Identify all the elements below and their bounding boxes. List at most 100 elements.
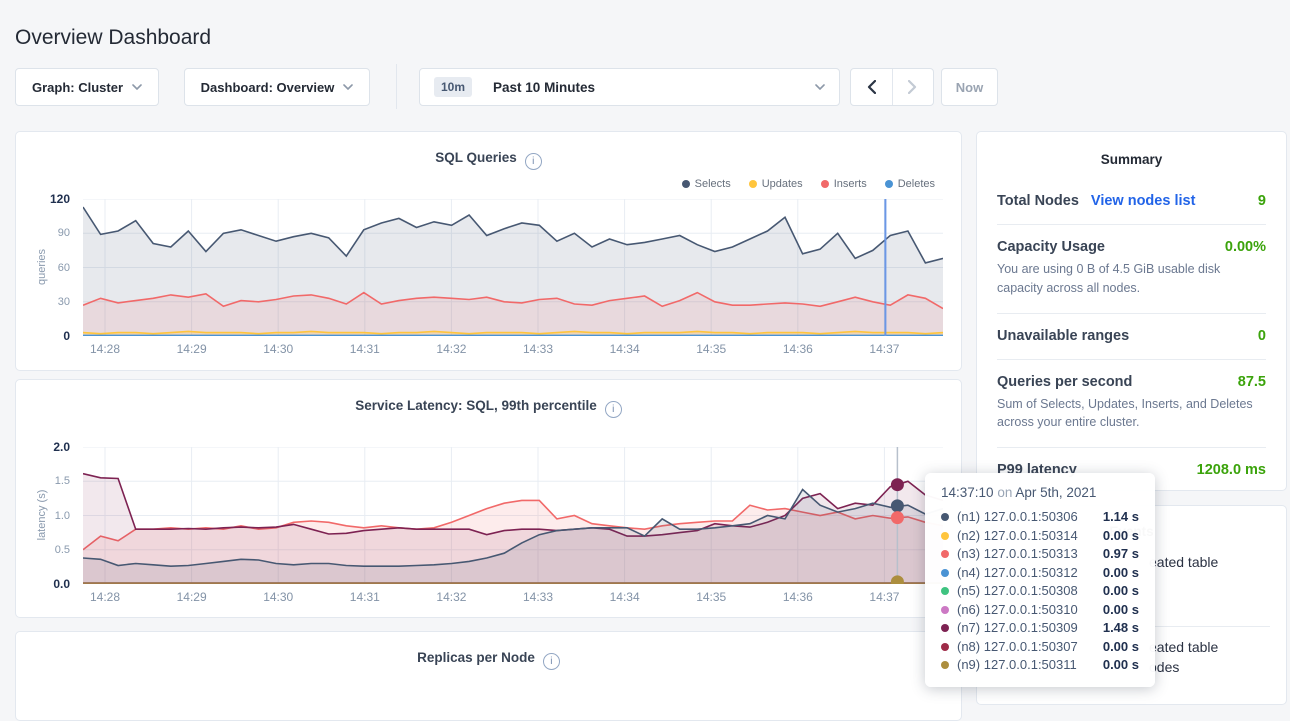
y-tick: 1.0 <box>20 510 70 522</box>
x-tick: 14:32 <box>436 590 466 604</box>
chart-legend: Selects Updates Inserts Deletes <box>682 178 935 190</box>
y-tick: 0 <box>20 329 70 343</box>
y-tick: 0.0 <box>20 577 70 591</box>
next-range-button[interactable] <box>893 69 934 105</box>
tooltip-rows: (n1) 127.0.0.1:503061.14 s(n2) 127.0.0.1… <box>941 508 1139 675</box>
series-dot-icon <box>941 661 949 669</box>
stat-value: 1208.0 ms <box>1197 462 1266 478</box>
tooltip-row: (n1) 127.0.0.1:503061.14 s <box>941 508 1139 527</box>
now-button[interactable]: Now <box>941 68 998 106</box>
y-tick: 60 <box>20 262 70 274</box>
x-tick: 14:30 <box>263 342 293 356</box>
stat-label: Capacity Usage <box>997 239 1105 255</box>
node-latency-value: 0.00 s <box>1103 582 1139 601</box>
time-range-nav <box>850 68 934 106</box>
x-tick: 14:28 <box>90 590 120 604</box>
x-tick: 14:34 <box>610 342 640 356</box>
y-tick: 30 <box>20 296 70 308</box>
time-range-dropdown[interactable]: 10m Past 10 Minutes <box>419 68 840 106</box>
tooltip-row: (n5) 127.0.0.1:503080.00 s <box>941 582 1139 601</box>
chevron-down-icon <box>343 84 353 90</box>
x-tick: 14:37 <box>869 342 899 356</box>
dashboard-selector-label: Dashboard: Overview <box>201 80 335 95</box>
node-latency-value: 0.00 s <box>1103 527 1139 546</box>
legend-item-updates[interactable]: Updates <box>749 178 803 190</box>
event-text-fragment: eated table <box>1149 639 1218 655</box>
node-address: (n2) 127.0.0.1:50314 <box>957 527 1078 546</box>
series-dot-icon <box>941 606 949 614</box>
legend-dot-icon <box>885 180 893 188</box>
chart-title: Service Latency: SQL, 99th percentile <box>355 398 597 413</box>
x-tick: 14:33 <box>523 590 553 604</box>
stat-label: Queries per second <box>997 374 1132 390</box>
x-tick: 14:31 <box>350 590 380 604</box>
replicas-per-node-panel: Replicas per Node i <box>15 631 962 721</box>
x-tick: 14:30 <box>263 590 293 604</box>
node-latency-value: 0.00 s <box>1103 564 1139 583</box>
legend-item-deletes[interactable]: Deletes <box>885 178 935 190</box>
node-latency-value: 0.97 s <box>1103 545 1139 564</box>
view-nodes-list-link[interactable]: View nodes list <box>1091 193 1196 209</box>
stat-value: 0 <box>1258 328 1266 344</box>
summary-row: Total NodesView nodes list9 <box>997 179 1266 224</box>
tooltip-row: (n3) 127.0.0.1:50313 0.97 s <box>941 545 1139 564</box>
series-dot-icon <box>941 643 949 651</box>
legend-item-selects[interactable]: Selects <box>682 178 731 190</box>
series-dot-icon <box>941 532 949 540</box>
service-latency-chart[interactable] <box>83 447 943 584</box>
node-address: (n9) 127.0.0.1:50311 <box>957 656 1077 675</box>
series-dot-icon <box>941 624 949 632</box>
info-icon[interactable]: i <box>525 153 542 170</box>
node-latency-value: 0.00 s <box>1103 656 1139 675</box>
y-axis-ticks: 1209060300 <box>26 199 76 336</box>
dashboard-selector-dropdown[interactable]: Dashboard: Overview <box>184 68 370 106</box>
sql-queries-panel: SQL Queriesi SelectsUpdatesInsertsDelete… <box>15 131 962 371</box>
chart-title: Replicas per Node <box>417 650 535 665</box>
y-tick: 90 <box>20 227 70 239</box>
y-tick: 0.5 <box>20 544 70 556</box>
x-tick: 14:36 <box>783 342 813 356</box>
sql-queries-chart[interactable] <box>83 199 943 336</box>
y-axis-ticks: 2.01.51.00.50.0 <box>26 447 76 584</box>
legend-item-inserts[interactable]: Inserts <box>821 178 867 190</box>
node-address: (n8) 127.0.0.1:50307 <box>957 638 1078 657</box>
summary-title: Summary <box>977 132 1286 167</box>
chart-tooltip: 14:37:10 on Apr 5th, 2021 (n1) 127.0.0.1… <box>925 473 1155 687</box>
x-tick: 14:35 <box>696 342 726 356</box>
info-icon[interactable]: i <box>605 401 622 418</box>
graph-selector-dropdown[interactable]: Graph: Cluster <box>15 68 159 106</box>
legend-dot-icon <box>821 180 829 188</box>
node-address: (n7) 127.0.0.1:50309 <box>957 619 1078 638</box>
summary-rows: Total NodesView nodes list9 Capacity Usag… <box>977 179 1286 493</box>
chevron-down-icon <box>132 84 142 90</box>
y-tick: 120 <box>20 192 70 206</box>
node-address: (n1) 127.0.0.1:50306 <box>957 508 1078 527</box>
x-tick: 14:35 <box>696 590 726 604</box>
x-tick: 14:28 <box>90 342 120 356</box>
legend-dot-icon <box>682 180 690 188</box>
node-latency-value: 0.00 s <box>1103 638 1139 657</box>
x-tick: 14:36 <box>783 590 813 604</box>
y-tick: 1.5 <box>20 475 70 487</box>
time-window-badge: 10m <box>434 77 472 97</box>
series-dot-icon <box>941 550 949 558</box>
tooltip-row: (n8) 127.0.0.1:50307 0.00 s <box>941 638 1139 657</box>
node-address: (n6) 127.0.0.1:50310 <box>957 601 1078 620</box>
x-tick: 14:32 <box>436 342 466 356</box>
prev-range-button[interactable] <box>851 69 893 105</box>
toolbar-divider <box>396 64 397 109</box>
summary-row: Queries per second87.5Sum of Selects, Up… <box>997 359 1266 448</box>
series-dot-icon <box>941 569 949 577</box>
stat-description: Sum of Selects, Updates, Inserts, and De… <box>997 395 1266 433</box>
x-tick: 14:29 <box>177 590 207 604</box>
event-text-fragment: eated table <box>1149 554 1218 570</box>
series-dot-icon <box>941 587 949 595</box>
y-tick: 2.0 <box>20 440 70 454</box>
service-latency-panel: Service Latency: SQL, 99th percentilei l… <box>15 379 962 618</box>
stat-value: 0.00% <box>1225 239 1266 255</box>
summary-row: Capacity Usage0.00%You are using 0 B of … <box>997 224 1266 313</box>
node-address: (n3) 127.0.0.1:50313 <box>957 545 1078 564</box>
info-icon[interactable]: i <box>543 653 560 670</box>
series-dot-icon <box>941 513 949 521</box>
tooltip-timestamp: 14:37:10 on Apr 5th, 2021 <box>941 485 1139 500</box>
